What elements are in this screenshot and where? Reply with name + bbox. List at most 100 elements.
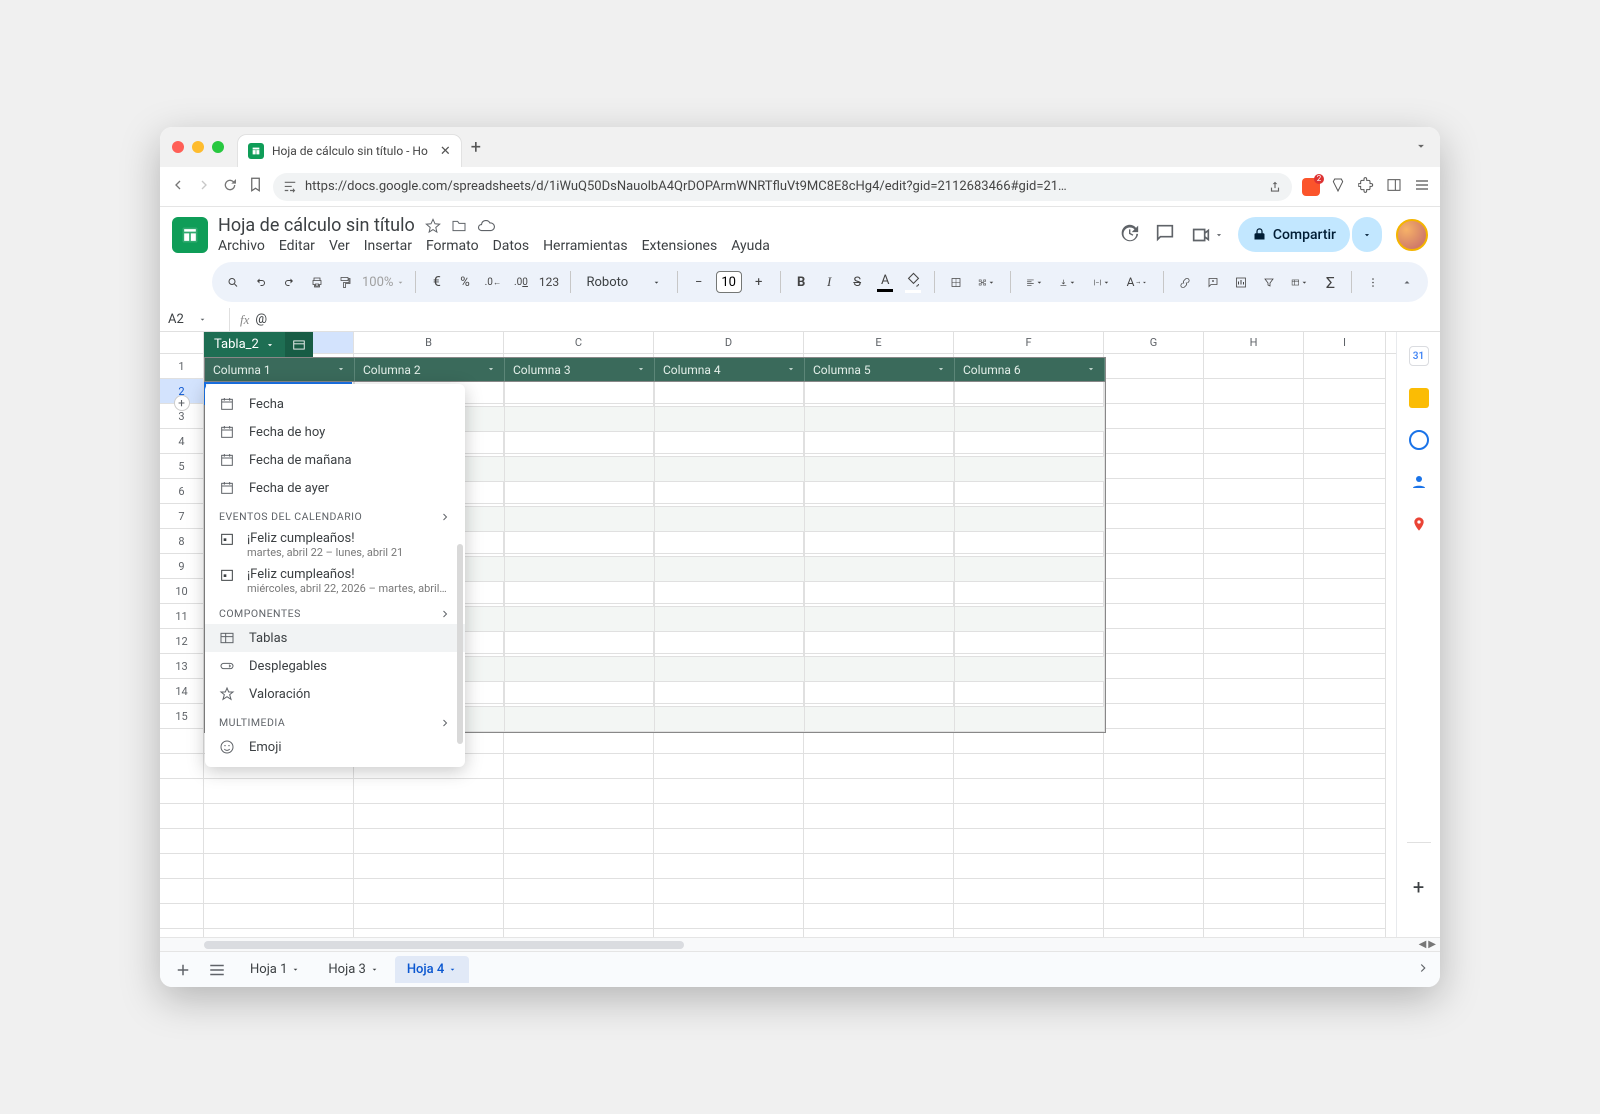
cell[interactable] <box>204 854 354 879</box>
meet-icon[interactable] <box>1190 224 1224 246</box>
row-header-1[interactable]: 1 <box>160 354 204 379</box>
cell[interactable] <box>954 904 1104 929</box>
table-cell[interactable] <box>505 657 655 682</box>
cell[interactable] <box>1104 904 1204 929</box>
cell[interactable] <box>1304 929 1386 937</box>
row-header-21[interactable] <box>160 854 204 879</box>
sheets-logo[interactable] <box>172 217 208 253</box>
cell[interactable] <box>204 779 354 804</box>
scroll-right-icon[interactable]: ▶ <box>1428 939 1436 950</box>
cell[interactable] <box>504 879 654 904</box>
table-cell[interactable] <box>955 557 1105 582</box>
name-box[interactable]: A2 <box>160 308 230 331</box>
row-header-17[interactable] <box>160 754 204 779</box>
cell[interactable] <box>504 854 654 879</box>
cell[interactable] <box>954 779 1104 804</box>
filter-icon[interactable] <box>1258 270 1280 295</box>
column-header-H[interactable]: H <box>1204 332 1304 353</box>
bookmark-icon[interactable] <box>248 177 263 196</box>
cell[interactable] <box>954 854 1104 879</box>
cloud-status-icon[interactable] <box>477 217 495 235</box>
cell[interactable] <box>1204 404 1304 429</box>
table-cell[interactable] <box>655 682 805 707</box>
menu-ver[interactable]: Ver <box>329 238 350 254</box>
table-cell[interactable] <box>655 632 805 657</box>
cell[interactable] <box>1204 854 1304 879</box>
table-options-icon[interactable] <box>285 332 313 357</box>
cell[interactable] <box>354 829 504 854</box>
cell[interactable] <box>804 879 954 904</box>
maps-addon-icon[interactable] <box>1409 514 1429 534</box>
document-title[interactable]: Hoja de cálculo sin título <box>218 215 415 236</box>
strikethrough-icon[interactable]: S <box>846 271 868 294</box>
cell[interactable] <box>804 904 954 929</box>
popup-item-desplegables[interactable]: Desplegables <box>205 652 465 680</box>
table-cell[interactable] <box>505 507 655 532</box>
move-to-folder-icon[interactable] <box>451 218 467 234</box>
menu-insertar[interactable]: Insertar <box>364 238 412 254</box>
scroll-thumb[interactable] <box>204 941 684 949</box>
table-column-header-3[interactable]: Columna 3 <box>505 358 655 381</box>
cell[interactable] <box>1104 479 1204 504</box>
cell[interactable] <box>1304 354 1386 379</box>
table-cell[interactable] <box>805 707 955 732</box>
cell[interactable] <box>504 779 654 804</box>
table-cell[interactable] <box>955 657 1105 682</box>
popup-item-valoración[interactable]: Valoración <box>205 680 465 708</box>
cell[interactable] <box>1304 654 1386 679</box>
decrease-decimal-icon[interactable]: .0← <box>482 273 504 292</box>
history-icon[interactable] <box>1118 222 1140 248</box>
cell[interactable] <box>204 879 354 904</box>
cell[interactable] <box>1104 679 1204 704</box>
cell[interactable] <box>1304 479 1386 504</box>
cell[interactable] <box>1204 504 1304 529</box>
site-settings-icon[interactable] <box>283 180 297 194</box>
cell[interactable] <box>1304 379 1386 404</box>
table-cell[interactable] <box>505 407 655 432</box>
table-cell[interactable] <box>955 707 1105 732</box>
row-header-10[interactable]: 10 <box>160 579 204 604</box>
row-header-7[interactable]: 7 <box>160 504 204 529</box>
row-header-11[interactable]: 11 <box>160 604 204 629</box>
zoom-selector[interactable]: 100% <box>362 275 405 290</box>
menu-editar[interactable]: Editar <box>279 238 315 254</box>
cell[interactable] <box>354 779 504 804</box>
share-dropdown-button[interactable] <box>1352 217 1382 252</box>
tabs-overflow-button[interactable] <box>1414 138 1428 157</box>
cell[interactable] <box>1104 804 1204 829</box>
cell[interactable] <box>654 754 804 779</box>
increase-decimal-icon[interactable]: .00 <box>510 273 532 292</box>
account-avatar[interactable] <box>1396 219 1428 251</box>
cell[interactable] <box>1104 529 1204 554</box>
table-cell[interactable] <box>505 607 655 632</box>
table-cell[interactable] <box>805 507 955 532</box>
table-cell[interactable] <box>805 432 955 457</box>
cell[interactable] <box>1204 429 1304 454</box>
cell[interactable] <box>354 804 504 829</box>
cell[interactable] <box>354 904 504 929</box>
text-wrap-icon[interactable] <box>1088 270 1116 295</box>
cell[interactable] <box>1304 404 1386 429</box>
url-field[interactable]: https://docs.google.com/spreadsheets/d/1… <box>273 173 1292 201</box>
table-cell[interactable] <box>955 382 1105 407</box>
browser-menu-icon[interactable] <box>1414 177 1430 197</box>
cell[interactable] <box>204 804 354 829</box>
browser-tab-active[interactable]: Hoja de cálculo sin título - Ho ✕ <box>238 135 461 167</box>
insert-comment-icon[interactable] <box>1202 270 1224 295</box>
table-name-tab[interactable]: Tabla_2 <box>204 332 313 357</box>
contacts-addon-icon[interactable] <box>1409 472 1429 492</box>
popup-item-date[interactable]: Fecha de ayer <box>205 474 465 502</box>
merge-cells-icon[interactable] <box>973 270 1001 295</box>
cell[interactable] <box>1304 779 1386 804</box>
font-size-input[interactable] <box>716 271 742 293</box>
table-cell[interactable] <box>955 407 1105 432</box>
cell[interactable] <box>1104 704 1204 729</box>
table-cell[interactable] <box>655 482 805 507</box>
table-view-icon[interactable] <box>1286 270 1314 295</box>
popup-item-date[interactable]: Fecha <box>205 390 465 418</box>
calendar-addon-icon[interactable]: 31 <box>1409 346 1429 366</box>
menu-datos[interactable]: Datos <box>493 238 529 254</box>
table-cell[interactable] <box>955 582 1105 607</box>
cell[interactable] <box>654 879 804 904</box>
cell[interactable] <box>1204 629 1304 654</box>
